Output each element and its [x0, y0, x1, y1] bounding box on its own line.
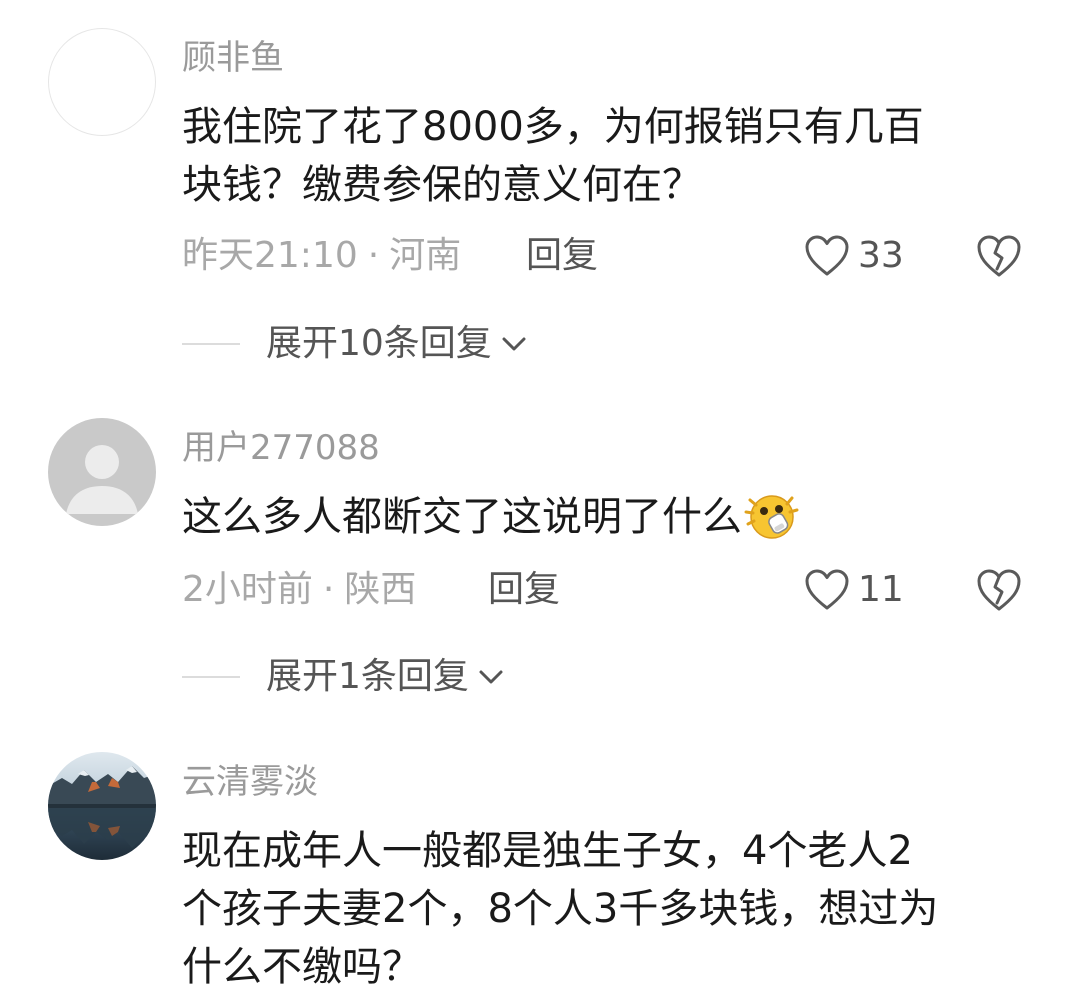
avatar[interactable]	[48, 28, 156, 136]
expand-replies[interactable]: 展开10条回复	[182, 322, 530, 366]
heart-icon	[805, 235, 849, 276]
broken-heart-icon[interactable]	[974, 565, 1024, 615]
default-user-icon	[66, 445, 138, 514]
like-count: 11	[858, 569, 904, 610]
comment-time: 昨天21:10	[182, 235, 358, 276]
comment-text[interactable]: 这么多人都断交了这说明了什么	[182, 488, 1032, 546]
comment-item: 云清雾淡 现在成年人一般都是独生子女，4个老人2 个孩子夫妻2个，8个人3千多块…	[0, 730, 1080, 990]
comment-text[interactable]: 我住院了花了8000多，为何报销只有几百 块钱？缴费参保的意义何在？	[182, 98, 1032, 214]
avatar[interactable]	[48, 752, 156, 860]
meta-separator: ·	[367, 235, 380, 276]
expand-replies-label: 展开1条回复	[266, 656, 469, 697]
divider-line	[182, 343, 240, 345]
comment-meta: 昨天21:10 · 河南	[182, 234, 461, 278]
comment-text-line-wrap: 这么多人都断交了这说明了什么	[182, 488, 1032, 546]
comment-meta: 2小时前 · 陕西	[182, 568, 416, 612]
comment-text-line: 块钱？缴费参保的意义何在？	[182, 162, 702, 208]
comment-item: 用户277088 这么多人都断交了这说明了什么 2小时前 · 陕西 回复 11 展开…	[0, 390, 1080, 730]
like-button[interactable]: 33	[804, 231, 904, 281]
comment-text[interactable]: 现在成年人一般都是独生子女，4个老人2 个孩子夫妻2个，8个人3千多块钱，想过为…	[182, 822, 1032, 996]
comment-text-line: 我住院了花了8000多，为何报销只有几百	[182, 104, 924, 150]
comment-username[interactable]: 用户277088	[182, 428, 380, 468]
divider-line	[182, 676, 240, 678]
heart-icon	[805, 569, 849, 610]
comment-username[interactable]: 顾非鱼	[182, 38, 284, 78]
comment-text-line: 现在成年人一般都是独生子女，4个老人2	[182, 828, 913, 874]
chevron-down-icon	[479, 670, 503, 684]
comment-location: 河南	[389, 235, 462, 276]
chevron-down-icon	[502, 337, 526, 351]
broken-heart-icon[interactable]	[974, 231, 1024, 281]
like-button[interactable]: 11	[804, 565, 904, 615]
comment-time: 2小时前	[182, 569, 313, 610]
shocked-emoji-icon	[744, 495, 799, 539]
reply-button[interactable]: 回复	[526, 234, 598, 278]
comment-text-line: 这么多人都断交了这说明了什么	[182, 494, 742, 540]
meta-separator: ·	[322, 569, 335, 610]
comment-item: 顾非鱼 我住院了花了8000多，为何报销只有几百 块钱？缴费参保的意义何在？ 昨…	[0, 0, 1080, 390]
avatar[interactable]	[48, 418, 156, 526]
expand-replies-label: 展开10条回复	[266, 323, 492, 364]
reply-button[interactable]: 回复	[488, 568, 560, 612]
comment-text-line: 什么不缴吗？	[182, 944, 422, 990]
comment-text-line: 个孩子夫妻2个，8个人3千多块钱，想过为	[182, 886, 939, 932]
comment-location: 陕西	[344, 569, 417, 610]
mountain-lake-photo-icon	[48, 752, 156, 860]
like-count: 33	[858, 235, 904, 276]
comment-username[interactable]: 云清雾淡	[182, 762, 318, 802]
expand-replies[interactable]: 展开1条回复	[182, 655, 507, 699]
